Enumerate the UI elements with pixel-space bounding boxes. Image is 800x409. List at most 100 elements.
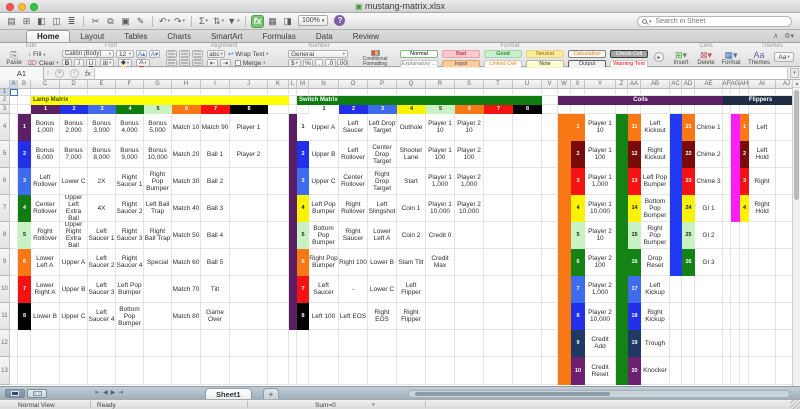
column-header-N[interactable]: N (309, 80, 339, 89)
coils-bank3-strip[interactable] (670, 114, 682, 276)
select-all-corner[interactable] (0, 80, 10, 89)
cell-H11[interactable]: Match 80 (172, 303, 201, 330)
row-header-2[interactable]: 2 (0, 96, 10, 105)
cell-I5[interactable]: Ball 1 (201, 141, 230, 168)
cell-AI13[interactable] (749, 357, 776, 385)
cell-M3[interactable] (297, 105, 309, 114)
cell-V7[interactable] (542, 195, 558, 222)
vertical-scrollbar-thumb[interactable] (794, 90, 799, 200)
cell-I4[interactable]: Match 90 (201, 114, 230, 141)
cell-O8[interactable]: Right Saucer (339, 222, 368, 249)
cell-Y9[interactable]: Player 2 100 (585, 249, 616, 276)
cell-AF6[interactable] (723, 168, 731, 195)
cell-C9[interactable]: Lower Left A (31, 249, 60, 276)
cell-R1[interactable] (426, 89, 455, 96)
horizontal-scrollbar[interactable] (408, 390, 790, 398)
cell-O4[interactable]: Left Saucer (339, 114, 368, 141)
zoom-dropdown[interactable]: 100%▾ (298, 15, 328, 26)
cell-B13[interactable] (18, 357, 31, 385)
cell-A5[interactable] (10, 141, 18, 168)
column-header-I[interactable]: I (201, 80, 230, 89)
cell-I7[interactable]: Ball 3 (201, 195, 230, 222)
coils-bank1-strip[interactable] (558, 114, 571, 385)
cell-I13[interactable] (201, 357, 230, 385)
cell-Z1[interactable] (616, 89, 628, 96)
cell-S5[interactable]: Player 2 100 (455, 141, 484, 168)
cell-L1[interactable] (289, 89, 297, 96)
cell-AH12[interactable] (740, 330, 749, 357)
grow-font-button[interactable]: A▴ (136, 50, 147, 58)
conditional-formatting-button[interactable]: Conditional Formatting (354, 50, 396, 67)
cell-L12[interactable] (289, 330, 297, 357)
cell-K12[interactable] (268, 330, 289, 357)
cell-P9[interactable]: Lower B (368, 249, 397, 276)
coil-number-5[interactable]: 5 (571, 222, 585, 249)
cell-N8[interactable]: Bottom Pop Bumper (309, 222, 339, 249)
cell-AI3[interactable] (749, 105, 776, 114)
template-gallery-icon[interactable]: ⊞ (20, 15, 33, 28)
cell-AE5[interactable]: Chime 2 (695, 141, 723, 168)
cell-AE6[interactable]: Chime 3 (695, 168, 723, 195)
column-header-T[interactable]: T (484, 80, 513, 89)
cell-H10[interactable]: Match 70 (172, 276, 201, 303)
coil-number-19[interactable]: 19 (628, 330, 641, 357)
cell-F6[interactable]: Right Saucer 1 (116, 168, 144, 195)
cell-A8[interactable] (10, 222, 18, 249)
row-header-9[interactable]: 9 (0, 249, 10, 276)
column-header-M[interactable]: M (297, 80, 309, 89)
cell-AI4[interactable]: Left (749, 114, 776, 141)
cell-P13[interactable] (368, 357, 397, 385)
coil-number-17[interactable]: 17 (628, 276, 641, 303)
cell-C10[interactable]: Lower Right A (31, 276, 60, 303)
print-icon[interactable]: ≣ (65, 15, 78, 28)
cell-N11[interactable]: Left 100 (309, 303, 339, 330)
align-bottom-button[interactable] (192, 50, 203, 58)
formula-input[interactable] (94, 68, 788, 79)
lamp-col-header-8[interactable]: 8 (230, 105, 268, 114)
column-header-AG[interactable]: AG (731, 80, 740, 89)
column-header-B[interactable]: B (18, 80, 31, 89)
shrink-font-button[interactable]: A▾ (149, 50, 160, 58)
cell-O13[interactable] (339, 357, 368, 385)
column-header-U[interactable]: U (513, 80, 542, 89)
decrease-indent-button[interactable]: ⇤ (207, 59, 218, 67)
switch-row-label-7[interactable]: 7 (297, 276, 309, 303)
cell-Y8[interactable]: Player 2 10 (585, 222, 616, 249)
cell-H9[interactable]: Match 60 (172, 249, 201, 276)
cell-AG12[interactable] (731, 330, 740, 357)
cell-AD3[interactable] (682, 105, 695, 114)
cell-K1[interactable] (268, 89, 289, 96)
cell-T8[interactable] (484, 222, 513, 249)
row-header-11[interactable]: 11 (0, 303, 10, 330)
cell-T1[interactable] (484, 89, 513, 96)
cell-C11[interactable]: Lower B (31, 303, 60, 330)
coil-number-2[interactable]: 2 (571, 141, 585, 168)
lamp-col-header-6[interactable]: 6 (172, 105, 201, 114)
cell-AI9[interactable] (749, 249, 776, 276)
cell-A7[interactable] (10, 195, 18, 222)
flipper-number-1[interactable]: 1 (740, 114, 749, 141)
cell-I12[interactable] (201, 330, 230, 357)
themes-button[interactable]: AaThemes (746, 50, 772, 67)
filter-icon[interactable]: ▼▾ (227, 15, 240, 28)
cell-AH9[interactable] (740, 249, 749, 276)
formula-bar-expand-icon[interactable]: ▾ (790, 68, 799, 78)
vertical-scrollbar[interactable]: ▲ (792, 80, 800, 386)
decrease-decimal-button[interactable]: .00 (337, 59, 348, 67)
paste-button[interactable]: ⎘ Paste (4, 50, 24, 67)
cell-S4[interactable]: Player 2 10 (455, 114, 484, 141)
horizontal-scrollbar-thumb[interactable] (415, 392, 610, 396)
cell-AB7[interactable]: Bottom Pop Bumper (641, 195, 670, 222)
coil-number-1[interactable]: 1 (571, 114, 585, 141)
row-header-13[interactable]: 13 (0, 357, 10, 385)
switch-matrix-title[interactable]: Switch Matrix (297, 96, 542, 105)
column-header-X[interactable]: X (571, 80, 585, 89)
cell-S10[interactable] (455, 276, 484, 303)
column-header-Y[interactable]: Y (585, 80, 616, 89)
cell-S13[interactable] (455, 357, 484, 385)
cell-U8[interactable] (513, 222, 542, 249)
cell-R8[interactable]: Credit 0 (426, 222, 455, 249)
cell-AB11[interactable]: Right Kickup (641, 303, 670, 330)
lamp-col-header-5[interactable]: 5 (144, 105, 172, 114)
cell-AG11[interactable] (731, 303, 740, 330)
